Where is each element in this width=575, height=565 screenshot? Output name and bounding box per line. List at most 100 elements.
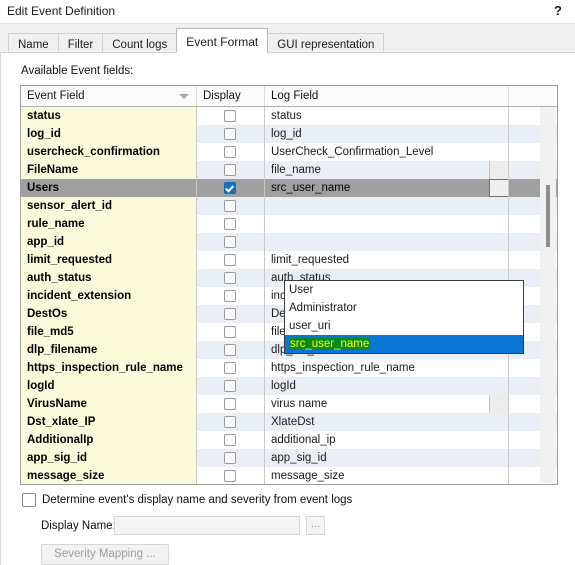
table-row[interactable]: status status [21, 107, 557, 125]
determine-from-logs-checkbox[interactable] [22, 493, 36, 507]
table-row[interactable]: logId logId [21, 377, 557, 395]
cell-log-field[interactable]: src_user_name [265, 179, 509, 197]
display-checkbox[interactable] [224, 452, 236, 464]
display-name-browse-button[interactable]: ... [306, 516, 325, 535]
display-checkbox[interactable] [224, 200, 236, 212]
log-field-dropdown-button[interactable] [489, 161, 508, 179]
cell-event-field[interactable]: log_id [21, 125, 197, 143]
cell-display[interactable] [197, 377, 265, 395]
table-row[interactable]: VirusName virus name [21, 395, 557, 413]
display-checkbox[interactable] [224, 128, 236, 140]
cell-log-field[interactable]: app_sig_id [265, 449, 509, 467]
display-checkbox[interactable] [224, 470, 236, 482]
table-row[interactable]: FileName file_name [21, 161, 557, 179]
cell-event-field[interactable]: logId [21, 377, 197, 395]
log-field-dropdown-button[interactable] [489, 179, 508, 197]
display-checkbox[interactable] [224, 326, 236, 338]
table-row[interactable]: AdditionalIp additional_ip [21, 431, 557, 449]
cell-log-field[interactable]: logId [265, 377, 509, 395]
table-row[interactable]: app_sig_id app_sig_id [21, 449, 557, 467]
cell-log-field[interactable] [265, 215, 509, 233]
column-header-display[interactable]: Display [197, 86, 265, 106]
cell-display[interactable] [197, 359, 265, 377]
display-checkbox[interactable] [224, 236, 236, 248]
cell-display[interactable] [197, 323, 265, 341]
log-field-dropdown[interactable]: User Administrator user_uri src_user_name [284, 280, 524, 354]
cell-event-field[interactable]: DestOs [21, 305, 197, 323]
table-row[interactable]: rule_name [21, 215, 557, 233]
tab-filter[interactable]: Filter [57, 33, 104, 53]
cell-display[interactable] [197, 431, 265, 449]
grid-scrollbar-thumb[interactable] [546, 185, 550, 247]
cell-event-field[interactable]: Users [21, 179, 197, 197]
cell-display[interactable] [197, 305, 265, 323]
cell-log-field[interactable]: XlateDst [265, 413, 509, 431]
cell-display[interactable] [197, 341, 265, 359]
display-checkbox[interactable] [224, 164, 236, 176]
table-row[interactable]: usercheck_confirmation UserCheck_Confirma… [21, 143, 557, 161]
cell-log-field[interactable]: status [265, 107, 509, 125]
display-checkbox[interactable] [224, 272, 236, 284]
cell-event-field[interactable]: limit_requested [21, 251, 197, 269]
log-field-dropdown-button[interactable] [489, 395, 508, 413]
help-icon[interactable]: ? [549, 2, 567, 20]
dropdown-option[interactable]: Administrator [285, 299, 523, 317]
column-header-event-field[interactable]: Event Field [21, 86, 197, 106]
display-checkbox[interactable] [224, 218, 236, 230]
cell-display[interactable] [197, 179, 265, 197]
grid-vertical-scrollbar[interactable] [540, 107, 556, 483]
cell-event-field[interactable]: file_md5 [21, 323, 197, 341]
table-row[interactable]: log_id log_id [21, 125, 557, 143]
cell-event-field[interactable]: app_id [21, 233, 197, 251]
table-row[interactable]: message_size message_size [21, 467, 557, 484]
tab-event-format[interactable]: Event Format [176, 28, 269, 53]
display-checkbox[interactable] [224, 110, 236, 122]
cell-event-field[interactable]: https_inspection_rule_name [21, 359, 197, 377]
cell-event-field[interactable]: incident_extension [21, 287, 197, 305]
cell-log-field[interactable] [265, 233, 509, 251]
cell-display[interactable] [197, 251, 265, 269]
cell-display[interactable] [197, 467, 265, 484]
cell-display[interactable] [197, 107, 265, 125]
cell-log-field[interactable]: message_size [265, 467, 509, 484]
table-row[interactable]: app_id [21, 233, 557, 251]
cell-display[interactable] [197, 143, 265, 161]
cell-event-field[interactable]: rule_name [21, 215, 197, 233]
cell-event-field[interactable]: dlp_filename [21, 341, 197, 359]
cell-log-field[interactable]: file_name [265, 161, 509, 179]
cell-log-field[interactable]: https_inspection_rule_name [265, 359, 509, 377]
cell-event-field[interactable]: AdditionalIp [21, 431, 197, 449]
cell-event-field[interactable]: status [21, 107, 197, 125]
cell-event-field[interactable]: auth_status [21, 269, 197, 287]
display-checkbox[interactable] [224, 362, 236, 374]
table-row[interactable]: Dst_xlate_IP XlateDst [21, 413, 557, 431]
cell-display[interactable] [197, 161, 265, 179]
tab-gui-representation[interactable]: GUI representation [267, 33, 385, 53]
dropdown-option[interactable]: user_uri [285, 317, 523, 335]
cell-display[interactable] [197, 215, 265, 233]
cell-event-field[interactable]: VirusName [21, 395, 197, 413]
cell-log-field[interactable]: limit_requested [265, 251, 509, 269]
cell-display[interactable] [197, 449, 265, 467]
severity-mapping-button[interactable]: Severity Mapping ... [41, 544, 169, 565]
display-checkbox[interactable] [224, 308, 236, 320]
display-checkbox[interactable] [224, 254, 236, 266]
display-name-input[interactable] [114, 516, 300, 535]
table-row[interactable]: limit_requested limit_requested [21, 251, 557, 269]
display-checkbox[interactable] [224, 380, 236, 392]
column-header-extra[interactable] [509, 86, 557, 106]
cell-log-field[interactable]: additional_ip [265, 431, 509, 449]
cell-event-field[interactable]: Dst_xlate_IP [21, 413, 197, 431]
table-row[interactable]: sensor_alert_id [21, 197, 557, 215]
cell-display[interactable] [197, 125, 265, 143]
cell-event-field[interactable]: usercheck_confirmation [21, 143, 197, 161]
cell-display[interactable] [197, 413, 265, 431]
cell-event-field[interactable]: FileName [21, 161, 197, 179]
cell-display[interactable] [197, 233, 265, 251]
cell-log-field[interactable]: virus name [265, 395, 509, 413]
display-checkbox[interactable] [224, 398, 236, 410]
column-header-log-field[interactable]: Log Field [265, 86, 509, 106]
display-checkbox[interactable] [224, 182, 236, 194]
display-checkbox[interactable] [224, 290, 236, 302]
cell-display[interactable] [197, 197, 265, 215]
